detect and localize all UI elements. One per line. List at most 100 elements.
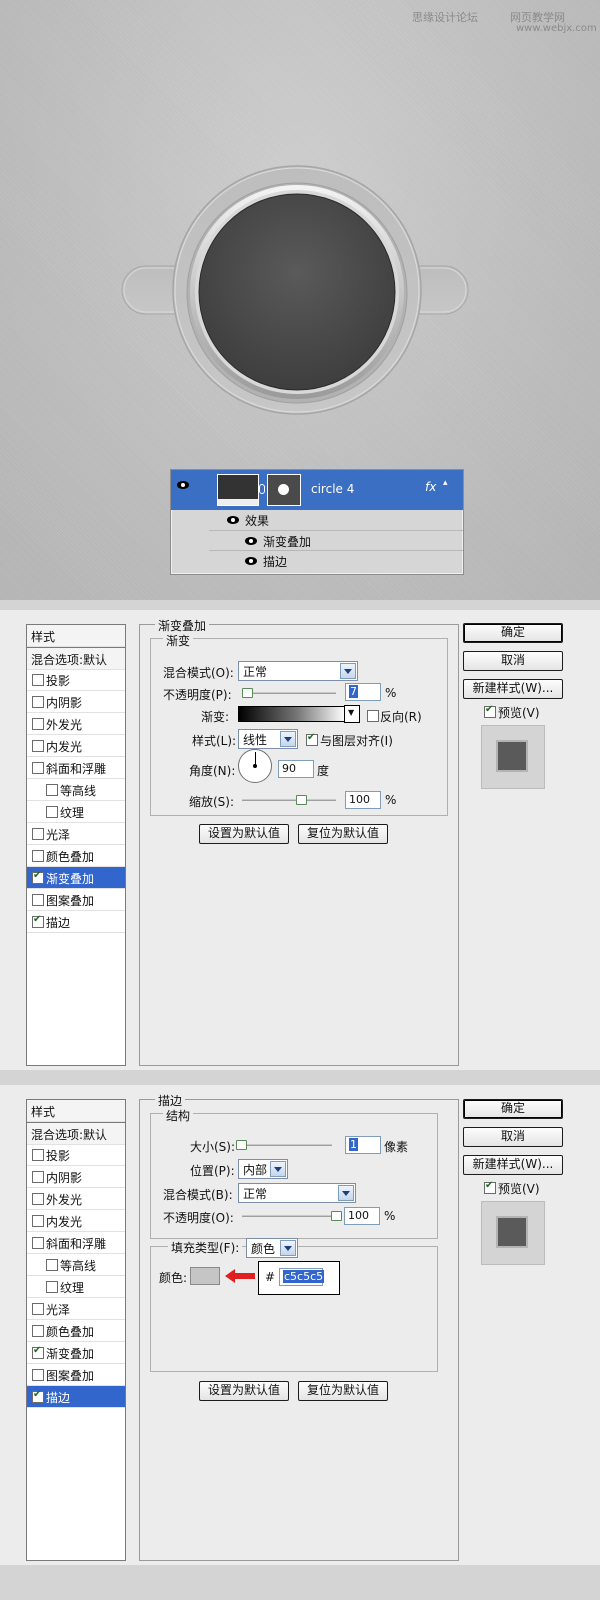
reverse-checkbox[interactable] xyxy=(367,710,379,722)
ok-button[interactable]: 确定 xyxy=(463,1099,563,1119)
checkbox[interactable] xyxy=(32,894,44,906)
checkbox[interactable] xyxy=(46,1259,58,1271)
style-item-contour[interactable]: 等高线 xyxy=(27,779,125,801)
style-item-pattern-overlay[interactable]: 图案叠加 xyxy=(27,889,125,911)
eye-icon[interactable] xyxy=(177,481,189,489)
style-item-bevel[interactable]: 斜面和浮雕 xyxy=(27,757,125,779)
scale-slider[interactable] xyxy=(242,799,336,801)
checkbox[interactable] xyxy=(32,1389,44,1403)
style-item-contour[interactable]: 等高线 xyxy=(27,1254,125,1276)
eye-icon[interactable] xyxy=(245,537,257,545)
eye-icon[interactable] xyxy=(227,516,239,524)
size-slider[interactable] xyxy=(238,1144,332,1146)
opacity-input[interactable]: 100 xyxy=(344,1207,380,1225)
effects-row[interactable]: 效果 xyxy=(209,510,463,530)
styles-header[interactable]: 样式 xyxy=(27,1100,125,1122)
checkbox[interactable] xyxy=(46,806,58,818)
color-swatch[interactable] xyxy=(190,1267,220,1285)
styles-header[interactable]: 样式 xyxy=(27,625,125,647)
style-item-outer-glow[interactable]: 外发光 xyxy=(27,1188,125,1210)
checkbox[interactable] xyxy=(32,674,44,686)
checkbox[interactable] xyxy=(46,784,58,796)
align-checkbox[interactable] xyxy=(306,732,318,746)
new-style-button[interactable]: 新建样式(W)... xyxy=(463,1155,563,1175)
style-item-satin[interactable]: 光泽 xyxy=(27,1298,125,1320)
preview-checkbox[interactable] xyxy=(484,1180,496,1194)
checkbox[interactable] xyxy=(32,762,44,774)
style-item-gradient-overlay[interactable]: 渐变叠加 xyxy=(27,867,125,889)
checkbox[interactable] xyxy=(32,740,44,752)
style-select[interactable]: 线性 xyxy=(238,729,298,749)
position-select[interactable]: 内部 xyxy=(238,1159,288,1179)
cancel-button[interactable]: 取消 xyxy=(463,1127,563,1147)
effect-row-stroke[interactable]: 描边 xyxy=(209,550,463,571)
reset-default-button[interactable]: 复位为默认值 xyxy=(298,824,388,844)
style-item-inner-glow[interactable]: 内发光 xyxy=(27,735,125,757)
collapse-arrow-icon[interactable]: ▴ xyxy=(443,478,448,488)
effect-row-gradient[interactable]: 渐变叠加 xyxy=(209,530,463,551)
set-default-button[interactable]: 设置为默认值 xyxy=(199,824,289,844)
blend-mode-select[interactable]: 正常 xyxy=(238,1183,356,1203)
style-item-inner-glow[interactable]: 内发光 xyxy=(27,1210,125,1232)
style-item-drop-shadow[interactable]: 投影 xyxy=(27,1144,125,1166)
opacity-slider-knob[interactable] xyxy=(242,688,253,698)
reset-default-button[interactable]: 复位为默认值 xyxy=(298,1381,388,1401)
eye-icon[interactable] xyxy=(245,557,257,565)
checkbox[interactable] xyxy=(46,1281,58,1293)
set-default-button[interactable]: 设置为默认值 xyxy=(199,1381,289,1401)
checkbox[interactable] xyxy=(32,1215,44,1227)
layer-row-circle4[interactable]: circle 4 fx ▴ xyxy=(171,470,463,510)
style-item-stroke[interactable]: 描边 xyxy=(27,911,125,933)
checkbox[interactable] xyxy=(32,1303,44,1315)
opacity-input[interactable]: 7 xyxy=(345,683,381,701)
checkbox[interactable] xyxy=(32,1149,44,1161)
checkbox[interactable] xyxy=(32,1193,44,1205)
style-item-color-overlay[interactable]: 颜色叠加 xyxy=(27,1320,125,1342)
preview-checkbox[interactable] xyxy=(484,704,496,718)
angle-input[interactable]: 90 xyxy=(278,760,314,778)
style-item-texture[interactable]: 纹理 xyxy=(27,1276,125,1298)
style-item-drop-shadow[interactable]: 投影 xyxy=(27,669,125,691)
gradient-picker[interactable] xyxy=(238,706,346,722)
style-item-gradient-overlay[interactable]: 渐变叠加 xyxy=(27,1342,125,1364)
opacity-slider[interactable] xyxy=(242,692,336,694)
style-item-satin[interactable]: 光泽 xyxy=(27,823,125,845)
checkbox[interactable] xyxy=(32,870,44,884)
style-item-inner-shadow[interactable]: 内阴影 xyxy=(27,691,125,713)
fill-type-select[interactable]: 颜色 xyxy=(246,1238,298,1258)
checkbox[interactable] xyxy=(32,1237,44,1249)
scale-slider-knob[interactable] xyxy=(296,795,307,805)
checkbox[interactable] xyxy=(32,850,44,862)
checkbox[interactable] xyxy=(32,1325,44,1337)
opacity-slider-knob[interactable] xyxy=(331,1211,342,1221)
blend-options-item[interactable]: 混合选项:默认 xyxy=(27,647,125,670)
style-item-bevel[interactable]: 斜面和浮雕 xyxy=(27,1232,125,1254)
new-style-button[interactable]: 新建样式(W)... xyxy=(463,679,563,699)
size-input[interactable]: 1 xyxy=(345,1136,381,1154)
angle-dial[interactable] xyxy=(238,749,272,783)
checkbox[interactable] xyxy=(32,828,44,840)
style-item-color-overlay[interactable]: 颜色叠加 xyxy=(27,845,125,867)
link-icon[interactable] xyxy=(259,484,265,494)
ok-button[interactable]: 确定 xyxy=(463,623,563,643)
size-slider-knob[interactable] xyxy=(236,1140,247,1150)
gradient-dropdown[interactable]: ▼ xyxy=(344,705,360,723)
style-item-pattern-overlay[interactable]: 图案叠加 xyxy=(27,1364,125,1386)
fx-icon[interactable]: fx xyxy=(425,480,436,494)
blend-mode-select[interactable]: 正常 xyxy=(238,661,358,681)
checkbox[interactable] xyxy=(32,1171,44,1183)
style-item-outer-glow[interactable]: 外发光 xyxy=(27,713,125,735)
scale-input[interactable]: 100 xyxy=(345,791,381,809)
blend-options-item[interactable]: 混合选项:默认 xyxy=(27,1122,125,1145)
checkbox[interactable] xyxy=(32,1345,44,1359)
style-item-texture[interactable]: 纹理 xyxy=(27,801,125,823)
checkbox[interactable] xyxy=(32,718,44,730)
checkbox[interactable] xyxy=(32,1369,44,1381)
style-item-stroke[interactable]: 描边 xyxy=(27,1386,125,1408)
style-item-inner-shadow[interactable]: 内阴影 xyxy=(27,1166,125,1188)
opacity-slider[interactable] xyxy=(242,1215,336,1217)
hex-input[interactable]: c5c5c5 xyxy=(279,1268,325,1286)
checkbox[interactable] xyxy=(32,696,44,708)
cancel-button[interactable]: 取消 xyxy=(463,651,563,671)
checkbox[interactable] xyxy=(32,914,44,928)
